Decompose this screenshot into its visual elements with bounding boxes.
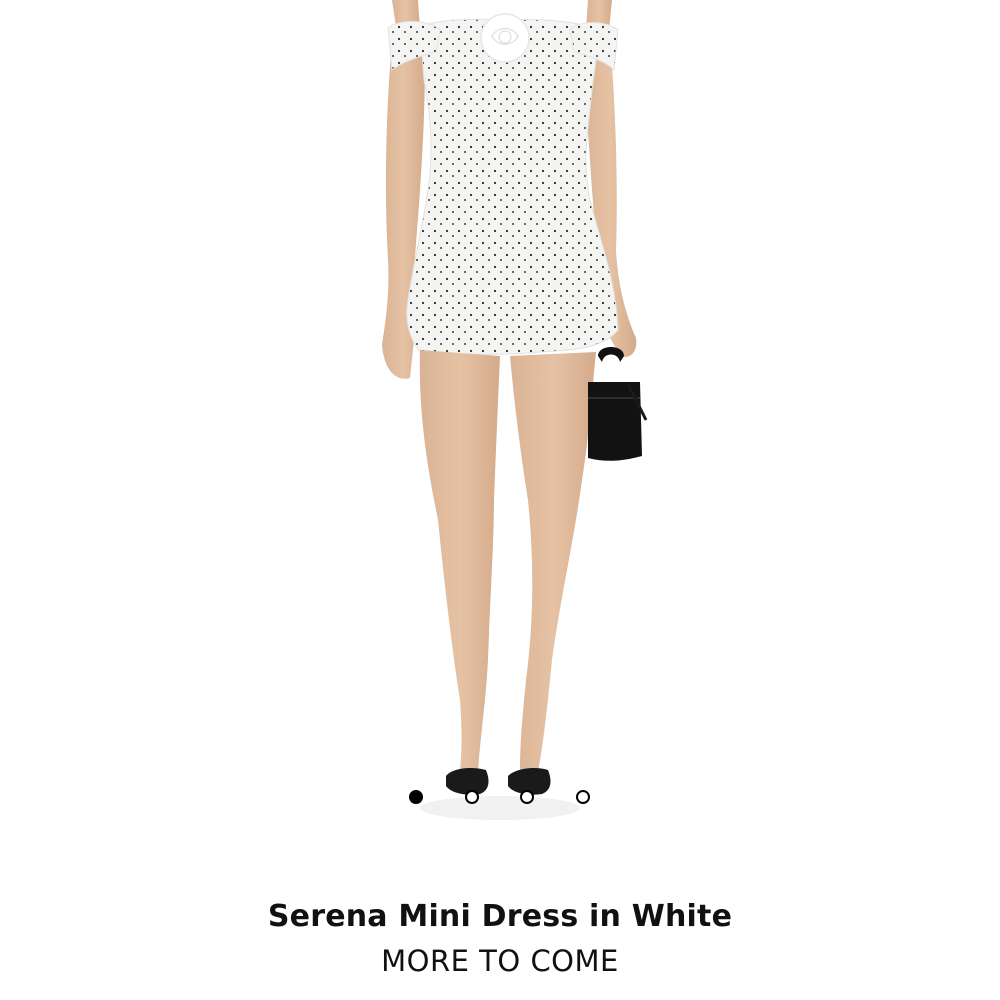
carousel-dot-2[interactable]: [465, 790, 479, 804]
brand-link[interactable]: MORE TO COME: [0, 939, 1000, 983]
carousel-dot-3[interactable]: [520, 790, 534, 804]
model-wearing-dress-image: [382, 0, 648, 820]
product-photo[interactable]: [0, 0, 1000, 860]
product-title: Serena Mini Dress in White: [267, 899, 733, 934]
image-carousel-indicators: [0, 788, 1000, 810]
carousel-dot-1[interactable]: [409, 790, 423, 804]
carousel-dot-4[interactable]: [576, 790, 590, 804]
product-page: Serena Mini Dress in White MORE TO COME: [0, 0, 1000, 1000]
product-info: Serena Mini Dress in White MORE TO COME: [0, 895, 1000, 983]
